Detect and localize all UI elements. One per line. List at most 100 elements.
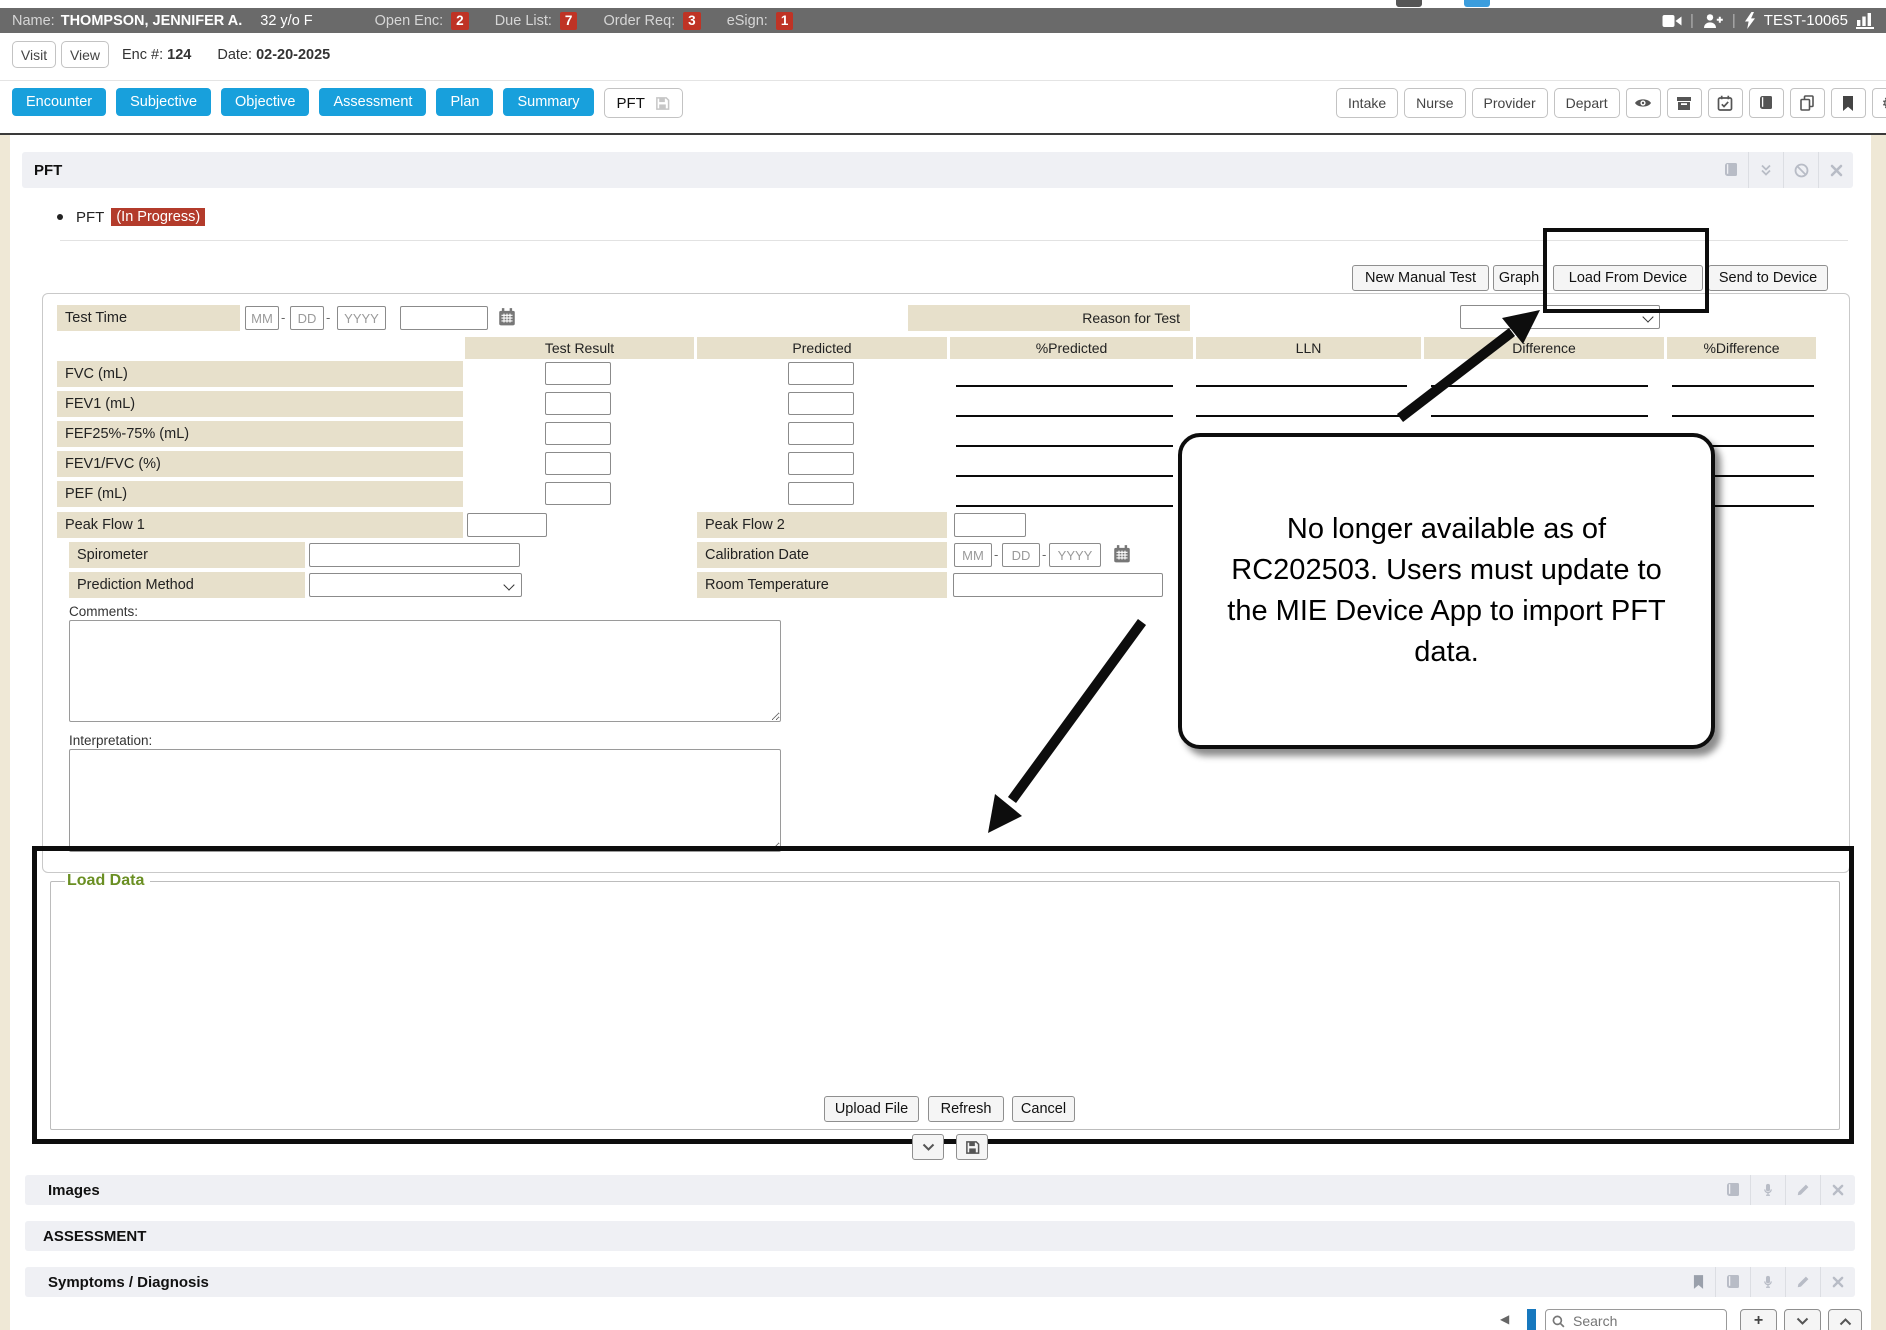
bookmark-icon[interactable]: [1831, 88, 1866, 118]
tab-assessment[interactable]: Assessment: [319, 88, 426, 116]
col-predicted: Predicted: [697, 337, 947, 359]
new-manual-test-button[interactable]: New Manual Test: [1352, 265, 1489, 291]
scroll-indicator[interactable]: [1527, 1309, 1536, 1330]
room-temperature-input[interactable]: [953, 573, 1163, 597]
predicted-input[interactable]: [788, 482, 854, 505]
collapse-double-chevron-icon[interactable]: [1748, 152, 1783, 188]
microphone-icon[interactable]: [1750, 1267, 1785, 1297]
tab-subjective[interactable]: Subjective: [116, 88, 211, 116]
chart-icon[interactable]: [1856, 12, 1874, 29]
test-result-input[interactable]: [545, 452, 611, 475]
test-month-input[interactable]: [245, 306, 279, 330]
calendar-picker-icon[interactable]: [497, 307, 517, 327]
copy-pages-icon[interactable]: [1790, 88, 1825, 118]
add-person-icon[interactable]: [1702, 13, 1724, 29]
tab-pft-document[interactable]: PFT: [604, 88, 683, 118]
predicted-input[interactable]: [788, 422, 854, 445]
metric-label: FEF25%-75% (mL): [57, 421, 463, 447]
close-icon[interactable]: [1818, 152, 1853, 188]
calibration-year-input[interactable]: [1049, 543, 1101, 567]
disable-icon[interactable]: [1783, 152, 1818, 188]
tab-objective[interactable]: Objective: [221, 88, 309, 116]
test-result-input[interactable]: [545, 362, 611, 385]
predicted-input[interactable]: [788, 392, 854, 415]
edit-pencil-icon[interactable]: [1785, 1267, 1820, 1297]
print-book-icon[interactable]: [1716, 1175, 1750, 1205]
calendar-check-icon[interactable]: [1708, 88, 1743, 118]
collapse-button[interactable]: [1784, 1309, 1821, 1330]
intake-button[interactable]: Intake: [1336, 88, 1398, 118]
value-underline: [956, 385, 1173, 387]
expand-button[interactable]: [1828, 1309, 1862, 1330]
counter-order-req[interactable]: Order Req: 3: [603, 12, 700, 30]
graph-button[interactable]: Graph: [1493, 265, 1545, 291]
spirometer-input[interactable]: [309, 543, 520, 567]
search-icon: [1552, 1315, 1565, 1328]
print-book-icon[interactable]: [1715, 1267, 1750, 1297]
refresh-button[interactable]: Refresh: [928, 1096, 1004, 1122]
calibration-day-input[interactable]: [1002, 543, 1040, 567]
peak-flow1-input[interactable]: [467, 513, 547, 537]
calibration-month-input[interactable]: [954, 543, 992, 567]
test-year-input[interactable]: [337, 306, 386, 330]
cancel-button[interactable]: Cancel: [1012, 1096, 1075, 1122]
counter-esign[interactable]: eSign: 1: [727, 12, 794, 30]
date-dash: -: [281, 305, 285, 331]
tab-plan[interactable]: Plan: [436, 88, 493, 116]
edit-pencil-icon[interactable]: [1785, 1175, 1820, 1205]
close-icon[interactable]: [1820, 1267, 1855, 1297]
inbox-icon[interactable]: [1667, 88, 1702, 118]
settings-gears-icon[interactable]: ⚙ ⚙: [1872, 88, 1886, 118]
microphone-icon[interactable]: [1750, 1175, 1785, 1205]
send-to-device-button[interactable]: Send to Device: [1708, 265, 1828, 291]
upload-file-button[interactable]: Upload File: [824, 1096, 919, 1122]
chevron-down-icon: [503, 579, 514, 590]
search-box[interactable]: [1545, 1309, 1727, 1330]
test-result-input[interactable]: [545, 482, 611, 505]
lightning-icon[interactable]: [1744, 12, 1756, 29]
preview-eye-icon[interactable]: [1626, 88, 1661, 118]
view-tab[interactable]: View: [61, 41, 109, 68]
tab-encounter[interactable]: Encounter: [12, 88, 106, 116]
predicted-input[interactable]: [788, 362, 854, 385]
search-input[interactable]: [1571, 1312, 1720, 1330]
depart-button[interactable]: Depart: [1554, 88, 1620, 118]
visit-tab[interactable]: Visit: [12, 41, 56, 68]
nurse-button[interactable]: Nurse: [1404, 88, 1465, 118]
images-section-header: Images: [25, 1175, 1855, 1205]
value-underline: [1431, 385, 1648, 387]
save-icon[interactable]: [655, 96, 670, 111]
add-button[interactable]: +: [1740, 1309, 1777, 1330]
close-icon[interactable]: [1820, 1175, 1855, 1205]
test-result-input[interactable]: [545, 422, 611, 445]
test-time-input[interactable]: [400, 306, 488, 330]
date-label: Date:: [217, 47, 252, 63]
counter-due-list[interactable]: Due List: 7: [495, 12, 578, 30]
calendar-picker-icon[interactable]: [1112, 544, 1132, 564]
save-section-button[interactable]: [956, 1134, 988, 1160]
pft-document-link[interactable]: PFT: [76, 209, 104, 226]
counter-open-enc[interactable]: Open Enc: 2: [375, 12, 469, 30]
peak-flow2-input[interactable]: [954, 513, 1026, 537]
predicted-input[interactable]: [788, 452, 854, 475]
pft-section-header: PFT: [22, 152, 1853, 188]
prediction-method-select[interactable]: [309, 573, 522, 597]
tab-summary[interactable]: Summary: [503, 88, 593, 116]
scroll-left-icon[interactable]: ◀: [1500, 1312, 1509, 1326]
due-list-badge[interactable]: 7: [560, 12, 578, 30]
test-result-input[interactable]: [545, 392, 611, 415]
book-icon[interactable]: [1749, 88, 1784, 118]
test-day-input[interactable]: [290, 306, 324, 330]
comments-textarea[interactable]: [69, 620, 781, 722]
video-call-icon[interactable]: [1662, 14, 1682, 28]
order-req-badge[interactable]: 3: [683, 12, 701, 30]
print-book-icon[interactable]: [1714, 152, 1748, 188]
app-window: Name: THOMPSON, JENNIFER A. 32 y/o F Ope…: [0, 0, 1886, 1330]
provider-button[interactable]: Provider: [1472, 88, 1548, 118]
stage-buttons: Intake Nurse Provider Depart ⚙ ⚙: [1336, 88, 1886, 118]
bookmark-icon[interactable]: [1681, 1267, 1715, 1297]
collapse-section-button[interactable]: [912, 1134, 944, 1160]
interpretation-textarea[interactable]: [69, 749, 781, 852]
esign-badge[interactable]: 1: [776, 12, 794, 30]
open-enc-badge[interactable]: 2: [451, 12, 469, 30]
